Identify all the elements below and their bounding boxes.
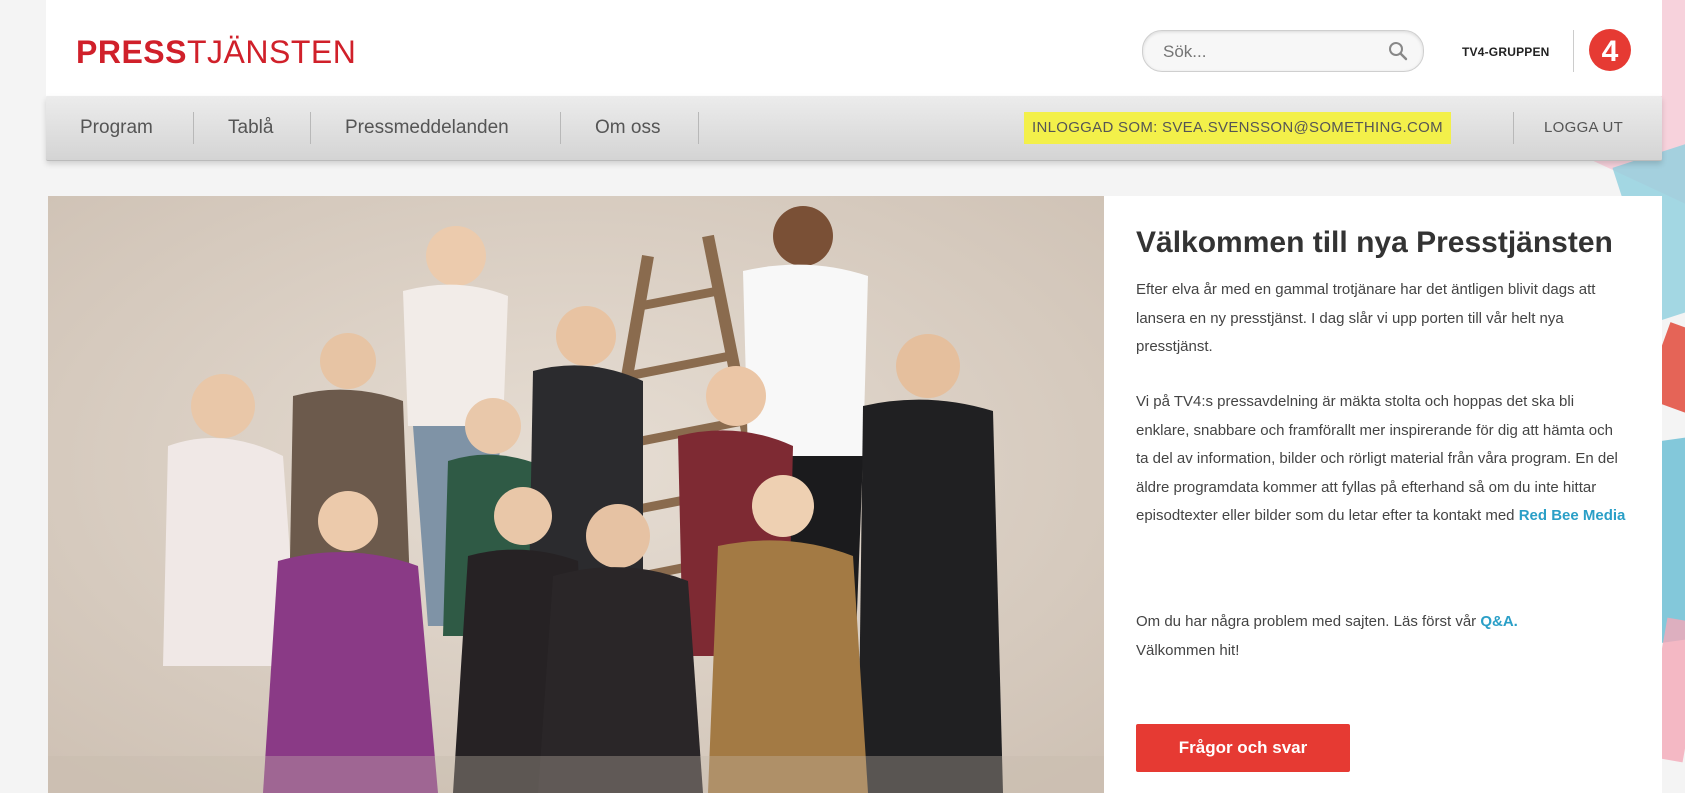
welcome-panel: Välkommen till nya Presstjänsten Efter e… xyxy=(1104,196,1662,793)
presstjansten-logo[interactable]: PRESSTJÄNSTEN xyxy=(76,34,356,71)
logo-bold-text: PRESS xyxy=(76,34,187,70)
nav-item-om-oss[interactable]: Om oss xyxy=(595,96,660,160)
tv4-logo-icon[interactable]: 4 xyxy=(1588,28,1632,72)
nav-item-program[interactable]: Program xyxy=(80,96,153,160)
nav-item-tabla[interactable]: Tablå xyxy=(228,96,273,160)
hero-group-photo xyxy=(48,196,1104,793)
nav-item-pressmeddelanden[interactable]: Pressmeddelanden xyxy=(345,96,509,160)
red-bee-media-link[interactable]: Red Bee Media xyxy=(1519,507,1626,524)
welcome-closing-text: Välkommen hit! xyxy=(1136,641,1240,659)
logout-link[interactable]: LOGGA UT xyxy=(1544,96,1623,160)
main-navigation: Program Tablå Pressmeddelanden Om oss IN… xyxy=(46,96,1662,161)
nav-separator xyxy=(1513,112,1514,144)
logged-in-status: INLOGGAD SOM: SVEA.SVENSSON@SOMETHING.CO… xyxy=(1024,112,1451,144)
qa-link[interactable]: Q&A. xyxy=(1480,613,1518,630)
group-photo-illustration xyxy=(48,196,1104,793)
search-icon[interactable] xyxy=(1387,40,1409,62)
welcome-paragraph-3: Om du har några problem med sajten. Läs … xyxy=(1136,608,1626,665)
welcome-paragraph-2-text: Vi på TV4:s pressavdelning är mäkta stol… xyxy=(1136,393,1618,524)
logo-light-text: TJÄNSTEN xyxy=(186,34,357,70)
nav-separator xyxy=(193,112,194,144)
welcome-paragraph-2: Vi på TV4:s pressavdelning är mäkta stol… xyxy=(1136,388,1626,531)
welcome-paragraph-1: Efter elva år med en gammal trotjänare h… xyxy=(1136,281,1596,355)
tv4-gruppen-label: TV4-GRUPPEN xyxy=(1462,45,1550,59)
faq-button[interactable]: Frågor och svar xyxy=(1136,724,1350,772)
welcome-title: Välkommen till nya Presstjänsten xyxy=(1136,226,1613,259)
page: PRESSTJÄNSTEN TV4-GRUPPEN 4 Program Tabl… xyxy=(0,0,1685,793)
nav-separator xyxy=(698,112,699,144)
tv4-logo-digit: 4 xyxy=(1602,35,1619,68)
welcome-paragraph-3-text: Om du har några problem med sajten. Läs … xyxy=(1136,613,1481,630)
search-input[interactable] xyxy=(1161,39,1385,65)
header-divider xyxy=(1573,30,1574,72)
search-box xyxy=(1142,30,1424,72)
nav-separator xyxy=(310,112,311,144)
nav-separator xyxy=(560,112,561,144)
